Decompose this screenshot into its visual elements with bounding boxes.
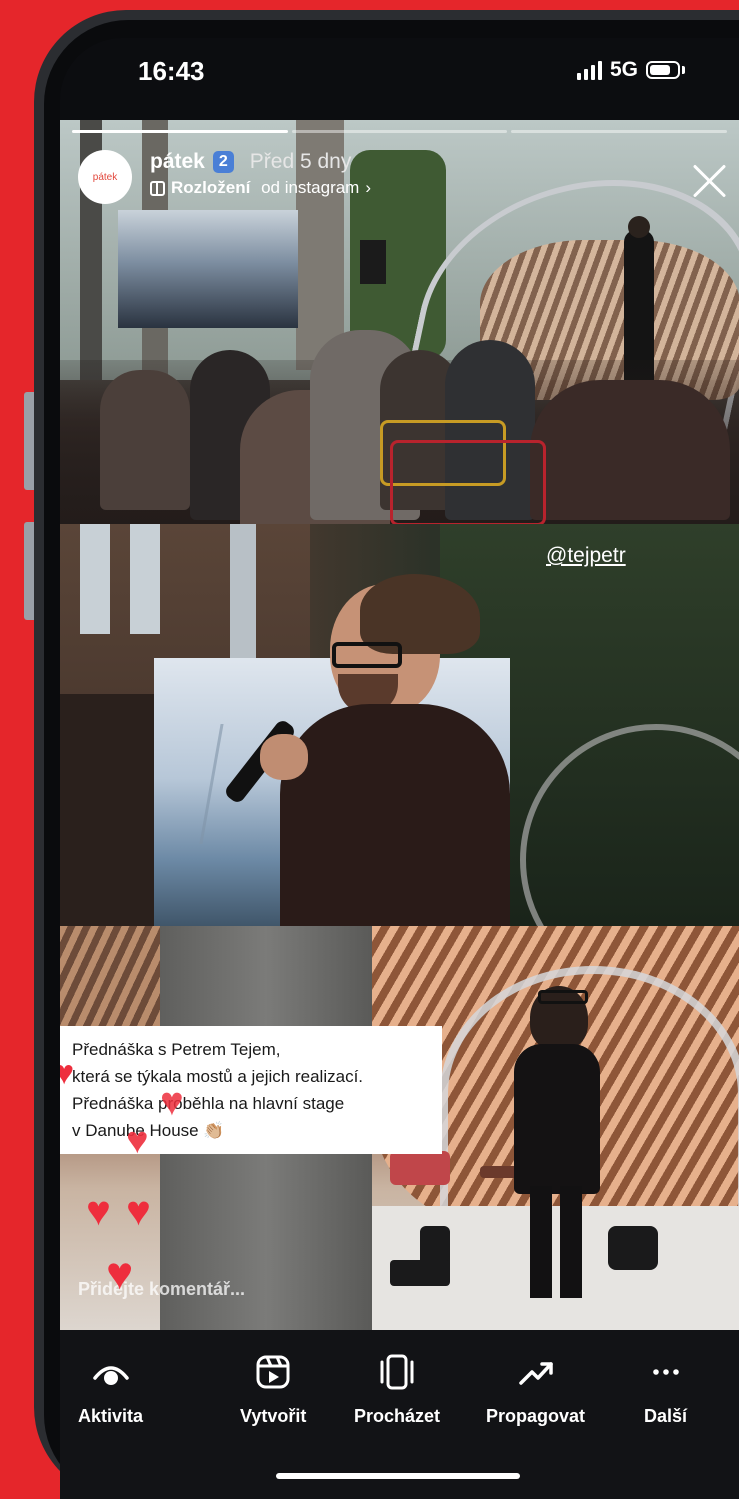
volume-up-button: [24, 392, 34, 490]
layout-label-bold: Rozložení: [171, 178, 251, 197]
story-progress: [72, 130, 728, 133]
heart-icon: ♥: [86, 1187, 111, 1234]
trend-up-icon: [518, 1362, 553, 1385]
reel-create-icon: [256, 1355, 290, 1389]
home-indicator[interactable]: [276, 1473, 520, 1479]
progress-segment: [291, 130, 508, 133]
photo-speaker-stage: Přednáška s Petrem Tejem, která se týkal…: [60, 926, 739, 1330]
progress-segment: [72, 130, 288, 133]
status-time: 16:43: [138, 56, 205, 86]
photo-speaker-closeup: [60, 524, 739, 926]
comment-input[interactable]: Přidejte komentář...: [78, 1279, 245, 1300]
nav-browse[interactable]: Procházet: [354, 1352, 440, 1427]
chevron-right-icon: ›: [365, 178, 372, 197]
nav-create[interactable]: Vytvořit: [240, 1352, 306, 1427]
nav-label: Propagovat: [486, 1406, 586, 1426]
layout-attribution-link[interactable]: Rozložení od instagram ›: [150, 178, 371, 198]
nav-more[interactable]: Další: [644, 1352, 687, 1427]
story-viewer[interactable]: Přednáška s Petrem Tejem, která se týkal…: [60, 120, 739, 1330]
heart-icon: ♥: [60, 1054, 75, 1092]
nav-activity[interactable]: Aktivita: [78, 1352, 143, 1427]
caption-line: Přednáška proběhla na hlavní stage: [72, 1094, 345, 1113]
heart-icon: ♥: [126, 1120, 149, 1162]
more-dots-icon: [652, 1369, 679, 1375]
volume-down-button: [24, 522, 34, 620]
caption-line: která se týkala mostů a jejich realizací…: [72, 1067, 364, 1086]
battery-icon: [646, 61, 680, 79]
story-caption: Přednáška s Petrem Tejem, která se týkal…: [60, 1026, 442, 1154]
caption-line: Přednáška s Petrem Tejem,: [72, 1040, 281, 1059]
heart-icon: ♥: [160, 1080, 184, 1124]
avatar[interactable]: pátek: [78, 150, 132, 204]
network-type: 5G: [609, 58, 638, 81]
story-header-info: pátek 2 Před 5 dny Rozložení od instagra…: [150, 150, 371, 198]
nav-label: Další: [644, 1406, 688, 1426]
carousel-icon: [380, 1354, 414, 1390]
nav-label: Vytvořit: [240, 1406, 307, 1426]
layout-label-rest: od instagram: [256, 178, 360, 197]
nav-label: Procházet: [354, 1406, 441, 1426]
story-count-badge: 2: [212, 151, 234, 173]
layout-icon: [150, 180, 165, 196]
nav-label: Aktivita: [78, 1406, 144, 1426]
story-timestamp: Před 5 dny: [249, 150, 352, 173]
close-icon[interactable]: [691, 162, 729, 200]
phone-screen: 16:43 5G Přednáška s Petrem Tejem, která…: [60, 38, 739, 1499]
account-name[interactable]: pátek: [150, 150, 205, 174]
heart-icon: ♥: [126, 1187, 151, 1234]
nav-promote[interactable]: Propagovat: [486, 1352, 585, 1427]
status-icons: 5G: [576, 58, 685, 82]
progress-segment: [511, 130, 728, 133]
mention-sticker[interactable]: @tejpetr: [546, 544, 626, 568]
heart-icon: ♥: [106, 1247, 134, 1299]
story-header: pátek pátek 2 Před 5 dny Rozložení od in…: [78, 150, 371, 204]
signal-icon: [576, 60, 602, 80]
eye-icon: [92, 1366, 129, 1385]
